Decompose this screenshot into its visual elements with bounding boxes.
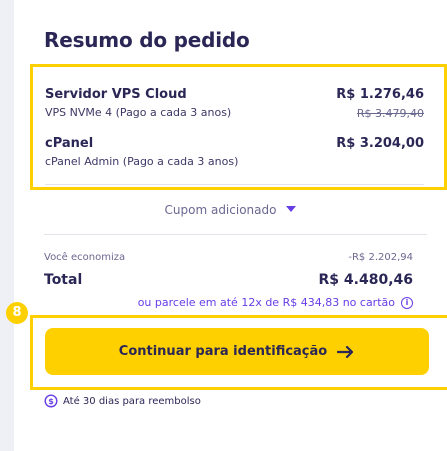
item-description: cPanel Admin (Pago a cada 3 anos) (45, 155, 239, 168)
continue-button-highlight: Continuar para identificação (30, 315, 447, 390)
step-number-badge: 8 (6, 302, 28, 324)
order-item: cPanel cPanel Admin (Pago a cada 3 anos)… (45, 136, 424, 168)
installments-text: ou parcele em até 12x de R$ 434,83 no ca… (137, 296, 395, 309)
order-summary-card: Resumo do pedido Servidor VPS Cloud VPS … (14, 0, 447, 451)
coupon-label: Cupom adicionado (164, 203, 277, 217)
arrow-right-icon (337, 345, 354, 358)
order-summary-title: Resumo do pedido (44, 28, 250, 52)
installments-info: ou parcele em até 12x de R$ 434,83 no ca… (138, 296, 413, 309)
continue-button[interactable]: Continuar para identificação (45, 328, 429, 375)
coupon-toggle[interactable]: Cupom adicionado (14, 203, 447, 217)
item-price: R$ 3.204,00 (336, 136, 424, 151)
items-divider (45, 184, 424, 185)
item-price: R$ 1.276,46 (336, 87, 424, 102)
money-back-icon: $ (44, 394, 58, 408)
svg-text:$: $ (48, 397, 54, 406)
savings-value: -R$ 2.202,94 (348, 252, 413, 263)
refund-info: $ Até 30 dias para reembolso (44, 394, 201, 408)
total-value: R$ 4.480,46 (318, 272, 413, 288)
continue-button-label: Continuar para identificação (118, 344, 328, 359)
caret-down-icon (286, 206, 297, 212)
item-old-price: R$ 3.479,40 (356, 107, 424, 120)
total-label: Total (44, 272, 83, 288)
order-item: Servidor VPS Cloud VPS NVMe 4 (Pago a ca… (45, 87, 424, 120)
savings-label: Você economiza (44, 252, 126, 263)
summary-divider (44, 234, 427, 235)
refund-text: Até 30 dias para reembolso (63, 395, 201, 407)
info-icon[interactable]: i (401, 296, 413, 309)
order-items-highlight: Servidor VPS Cloud VPS NVMe 4 (Pago a ca… (30, 64, 447, 190)
